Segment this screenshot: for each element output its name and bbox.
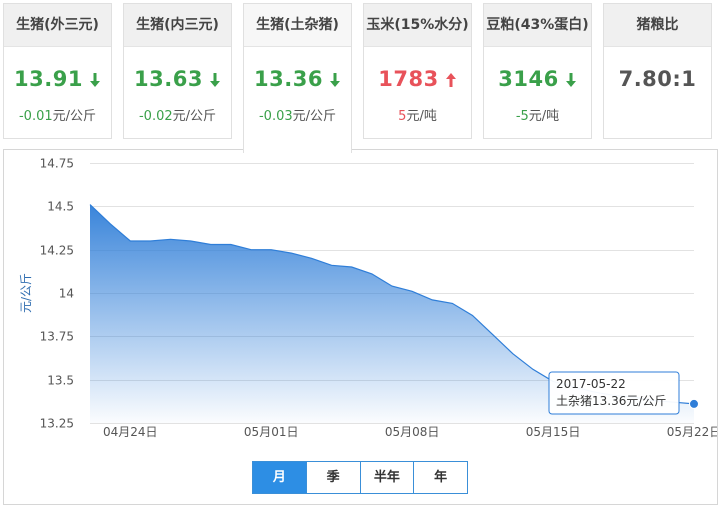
arrow-icon bbox=[445, 69, 457, 93]
change-value: -0.02 bbox=[138, 109, 173, 124]
card-change: -0.02元/公斤 bbox=[124, 105, 231, 124]
card-body: 3146 -5元/吨 bbox=[484, 47, 591, 138]
price-cards: 生猪(外三元) 13.91 -0.01元/公斤 生猪(内三元) 13.63 -0… bbox=[0, 0, 724, 153]
range-tab-year[interactable]: 年 bbox=[414, 462, 467, 493]
card-change: -0.01元/公斤 bbox=[4, 105, 111, 124]
card-title: 生猪(土杂猪) bbox=[244, 4, 351, 47]
card-title: 豆粕(43%蛋白) bbox=[484, 4, 591, 47]
data-point-marker bbox=[689, 398, 699, 409]
x-tick-label: 05月08日 bbox=[385, 425, 440, 439]
card-price: 13.36 bbox=[244, 67, 351, 93]
card-yu-mi[interactable]: 玉米(15%水分) 1783 5元/吨 bbox=[363, 3, 472, 139]
card-price: 13.91 bbox=[4, 67, 111, 93]
y-tick-label: 14.5 bbox=[47, 200, 74, 214]
card-title: 猪粮比 bbox=[604, 4, 711, 47]
x-tick-label: 04月24日 bbox=[103, 425, 158, 439]
card-dou-po[interactable]: 豆粕(43%蛋白) 3146 -5元/吨 bbox=[483, 3, 592, 139]
card-title: 生猪(外三元) bbox=[4, 4, 111, 47]
card-body: 13.63 -0.02元/公斤 bbox=[124, 47, 231, 138]
range-tab-month[interactable]: 月 bbox=[253, 462, 307, 493]
tooltip-date: 2017-05-22 bbox=[556, 377, 626, 391]
range-tab-half-year[interactable]: 半年 bbox=[361, 462, 415, 493]
y-tick-label: 14 bbox=[59, 287, 74, 301]
card-price: 3146 bbox=[484, 67, 591, 93]
change-value: -0.01 bbox=[18, 109, 53, 124]
chart-panel: 14.75 14.5 14.25 14 13.75 13.5 13.25 元/公斤 04月24日… bbox=[3, 149, 718, 505]
tooltip-value: 土杂猪13.36元/公斤 bbox=[556, 394, 666, 408]
y-tick-label: 14.25 bbox=[40, 244, 74, 258]
card-body: 1783 5元/吨 bbox=[364, 47, 471, 138]
x-tick-label: 05月22日 bbox=[667, 425, 717, 439]
change-unit: 元/吨 bbox=[406, 109, 437, 124]
card-title: 生猪(内三元) bbox=[124, 4, 231, 47]
card-change: 5元/吨 bbox=[364, 105, 471, 124]
change-unit: 元/公斤 bbox=[52, 109, 97, 124]
x-tick-label: 05月01日 bbox=[244, 425, 299, 439]
card-tu-za-zhu[interactable]: 生猪(土杂猪) 13.36 -0.03元/公斤 bbox=[243, 3, 352, 153]
range-tabs: 月 季 半年 年 bbox=[252, 461, 468, 494]
change-unit: 元/公斤 bbox=[172, 109, 217, 124]
price-value: 3146 bbox=[498, 67, 559, 91]
card-price: 7.80:1 bbox=[604, 67, 711, 91]
card-price: 1783 bbox=[364, 67, 471, 93]
arrow-icon bbox=[565, 69, 577, 93]
y-tick-label: 13.75 bbox=[40, 330, 74, 344]
range-tab-quarter[interactable]: 季 bbox=[307, 462, 361, 493]
card-body: 13.36 -0.03元/公斤 bbox=[244, 47, 351, 153]
y-tick-label: 13.25 bbox=[40, 417, 74, 431]
card-nei-san-yuan[interactable]: 生猪(内三元) 13.63 -0.02元/公斤 bbox=[123, 3, 232, 139]
card-price: 13.63 bbox=[124, 67, 231, 93]
price-value: 1783 bbox=[378, 67, 439, 91]
card-wai-san-yuan[interactable]: 生猪(外三元) 13.91 -0.01元/公斤 bbox=[3, 3, 112, 139]
card-body: 13.91 -0.01元/公斤 bbox=[4, 47, 111, 138]
card-change: -5元/吨 bbox=[484, 105, 591, 124]
x-tick-label: 05月15日 bbox=[526, 425, 581, 439]
change-unit: 元/公斤 bbox=[292, 109, 337, 124]
card-zhu-liang-bi[interactable]: 猪粮比 7.80:1 bbox=[603, 3, 712, 139]
card-change: -0.03元/公斤 bbox=[244, 105, 351, 124]
price-value: 13.63 bbox=[134, 67, 203, 91]
y-tick-label: 13.5 bbox=[47, 374, 74, 388]
y-tick-label: 14.75 bbox=[40, 157, 74, 171]
price-area-chart: 14.75 14.5 14.25 14 13.75 13.5 13.25 元/公斤 04月24日… bbox=[19, 157, 717, 440]
change-unit: 元/吨 bbox=[528, 109, 560, 124]
card-body: 7.80:1 bbox=[604, 47, 711, 138]
price-value: 13.91 bbox=[14, 67, 83, 91]
y-axis-label: 元/公斤 bbox=[19, 273, 33, 313]
change-value: -0.03 bbox=[258, 109, 293, 124]
price-value: 7.80:1 bbox=[618, 67, 697, 91]
card-title: 玉米(15%水分) bbox=[364, 4, 471, 47]
change-value: -5 bbox=[515, 109, 529, 124]
arrow-icon bbox=[329, 69, 341, 93]
arrow-icon bbox=[209, 69, 221, 93]
arrow-icon bbox=[89, 69, 101, 93]
price-value: 13.36 bbox=[254, 67, 323, 91]
